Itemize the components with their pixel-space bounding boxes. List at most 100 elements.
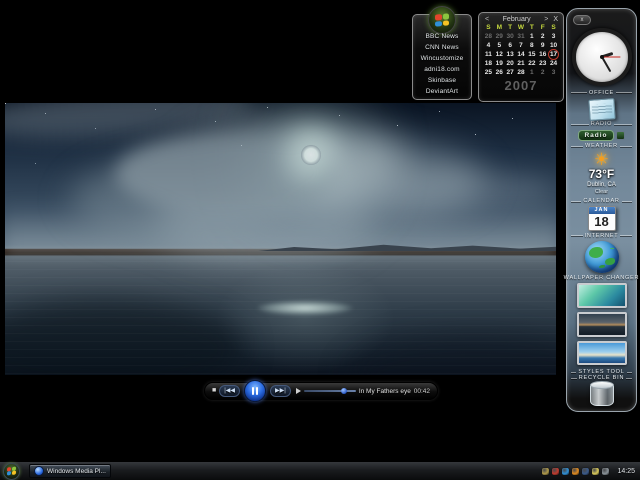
- recycle-bin-icon[interactable]: [590, 383, 614, 406]
- calendar-day-header: S: [483, 24, 494, 32]
- calendar-day-24[interactable]: 24: [548, 59, 559, 68]
- calendar-month-label: February: [491, 16, 542, 23]
- system-tray: 14:25: [542, 468, 640, 475]
- link-skinbase[interactable]: Skinbase: [426, 76, 458, 85]
- volume-slider-knob[interactable]: [341, 388, 347, 394]
- volume-icon[interactable]: [296, 388, 301, 394]
- calendar-day-20[interactable]: 20: [505, 59, 516, 68]
- calendar-day-header: F: [537, 24, 548, 32]
- tray-icon-4[interactable]: [572, 468, 579, 475]
- date-icon-day: 18: [589, 214, 615, 230]
- globe-icon[interactable]: [585, 241, 619, 273]
- analog-clock[interactable]: [572, 28, 632, 85]
- tray-icon-7[interactable]: [602, 468, 609, 475]
- calendar-year-label: 2007: [479, 78, 563, 93]
- windows-flag-icon: [7, 467, 16, 476]
- stop-button[interactable]: ■: [212, 387, 216, 395]
- weather-location: Dublin, CA: [587, 182, 616, 188]
- calendar-day-11[interactable]: 11: [483, 50, 494, 59]
- link-wincustomize[interactable]: Wincustomize: [419, 54, 466, 63]
- clock-second-hand: [602, 57, 621, 58]
- section-wallpaper-label: WALLPAPER CHANGER: [571, 275, 632, 281]
- calendar-prev-button[interactable]: <: [483, 16, 491, 23]
- link-bbc-news[interactable]: BBC News: [423, 32, 460, 41]
- calendar-day-18[interactable]: 18: [483, 59, 494, 68]
- water-ripples: [5, 253, 556, 375]
- calendar-day-12[interactable]: 12: [494, 50, 505, 59]
- volume-slider[interactable]: [304, 390, 356, 392]
- calendar-day-header: S: [548, 24, 559, 32]
- calendar-day-31[interactable]: 31: [516, 32, 527, 41]
- calendar-day-28[interactable]: 28: [516, 68, 527, 77]
- desktop: BBC News CNN News Wincustomize adni18.com Sk…: [0, 0, 640, 480]
- calendar-day-3[interactable]: 3: [548, 68, 559, 77]
- calendar-day-3[interactable]: 3: [548, 32, 559, 41]
- calendar-day-9[interactable]: 9: [537, 41, 548, 50]
- calendar-day-14[interactable]: 14: [516, 50, 527, 59]
- calendar-day-13[interactable]: 13: [505, 50, 516, 59]
- tray-clock[interactable]: 14:25: [617, 468, 635, 475]
- link-deviantart[interactable]: DeviantArt: [424, 87, 460, 96]
- track-time: 00:42: [414, 388, 430, 395]
- section-weather-label: WEATHER: [571, 143, 632, 149]
- calendar-day-25[interactable]: 25: [483, 68, 494, 77]
- links-widget: BBC News CNN News Wincustomize adni18.com Sk…: [412, 14, 472, 100]
- cloud: [115, 133, 335, 213]
- calendar-day-15[interactable]: 15: [526, 50, 537, 59]
- calendar-day-30[interactable]: 30: [505, 32, 516, 41]
- calendar-day-header: M: [494, 24, 505, 32]
- weather-condition: Clear: [595, 189, 608, 195]
- calendar-next-button[interactable]: >: [542, 16, 550, 23]
- calendar-day-6[interactable]: 6: [505, 41, 516, 50]
- calendar-day-29[interactable]: 29: [494, 32, 505, 41]
- media-player-video[interactable]: [5, 103, 556, 375]
- sidebar: x OFFICE RADIO Radio WEATHER ☀ 73°F Dubl…: [566, 8, 637, 412]
- calendar-day-1[interactable]: 1: [526, 68, 537, 77]
- play-pause-button[interactable]: [244, 380, 266, 402]
- link-adni18-com[interactable]: adni18.com: [422, 65, 462, 74]
- calendar-day-16[interactable]: 16: [537, 50, 548, 59]
- calendar-day-2[interactable]: 2: [537, 32, 548, 41]
- media-controls: ■ |◀◀ ▶▶| In My Fathers eyes 00:42: [204, 382, 438, 400]
- rewind-button[interactable]: |◀◀: [219, 385, 240, 397]
- radio-button[interactable]: Radio: [578, 130, 624, 141]
- calendar-day-28[interactable]: 28: [483, 32, 494, 41]
- calendar-day-26[interactable]: 26: [494, 68, 505, 77]
- notepad-icon[interactable]: [588, 98, 615, 121]
- tray-icon-3[interactable]: [562, 468, 569, 475]
- radio-knob-icon: [616, 131, 625, 140]
- link-cnn-news[interactable]: CNN News: [423, 43, 461, 52]
- tray-icon-5[interactable]: [582, 468, 589, 475]
- calendar-close-button[interactable]: X: [552, 16, 559, 23]
- calendar-day-19[interactable]: 19: [494, 59, 505, 68]
- section-radio-label: RADIO: [571, 121, 632, 127]
- calendar-day-headers: SMTWTFS: [479, 24, 563, 32]
- forward-button[interactable]: ▶▶|: [270, 385, 291, 397]
- tray-icon-1[interactable]: [542, 468, 549, 475]
- start-button[interactable]: [3, 463, 20, 480]
- calendar-day-2[interactable]: 2: [537, 68, 548, 77]
- windows-logo-icon[interactable]: [428, 6, 456, 34]
- calendar-day-17[interactable]: 17: [548, 50, 559, 59]
- calendar-page-icon[interactable]: JAN 18: [588, 206, 616, 231]
- wallpaper-thumbnail-1[interactable]: [577, 283, 627, 308]
- calendar-day-21[interactable]: 21: [516, 59, 527, 68]
- task-label: Windows Media Pl...: [47, 468, 106, 475]
- calendar-day-27[interactable]: 27: [505, 68, 516, 77]
- sun-icon[interactable]: ☀: [594, 151, 609, 168]
- calendar-header: < February > X: [479, 13, 563, 24]
- taskbar-task-media-player[interactable]: Windows Media Pl...: [29, 464, 111, 478]
- wallpaper-thumbnail-2[interactable]: [577, 312, 627, 337]
- sidebar-close-button[interactable]: x: [573, 15, 591, 25]
- tray-icon-2[interactable]: [552, 468, 559, 475]
- tray-icon-6[interactable]: [592, 468, 599, 475]
- section-internet-label: INTERNET: [571, 233, 632, 239]
- wallpaper-thumbnail-3[interactable]: [577, 341, 627, 366]
- calendar-day-5[interactable]: 5: [494, 41, 505, 50]
- calendar-day-23[interactable]: 23: [537, 59, 548, 68]
- calendar-day-1[interactable]: 1: [526, 32, 537, 41]
- calendar-day-7[interactable]: 7: [516, 41, 527, 50]
- calendar-day-22[interactable]: 22: [526, 59, 537, 68]
- calendar-day-8[interactable]: 8: [526, 41, 537, 50]
- calendar-day-4[interactable]: 4: [483, 41, 494, 50]
